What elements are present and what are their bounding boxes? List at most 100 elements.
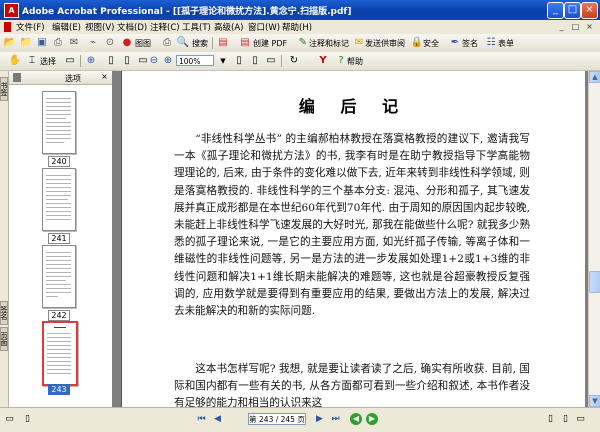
scroll-up-arrow[interactable]: ▲ bbox=[589, 71, 600, 83]
facing-view-icon[interactable]: ▭ bbox=[575, 414, 586, 425]
help-button[interactable]: 帮助 bbox=[347, 56, 363, 67]
search-icon[interactable]: 🔍 bbox=[176, 36, 190, 50]
menu-file[interactable]: 文件(F) bbox=[16, 21, 45, 33]
create-pdf-icon[interactable]: ▤ bbox=[238, 36, 252, 50]
select-tool-button[interactable]: 选择 bbox=[40, 56, 56, 67]
navigation-strip: 书签 签名 页面 bbox=[0, 71, 9, 407]
zoom-in-button[interactable]: ⊕ bbox=[161, 54, 175, 68]
rotate-icon[interactable]: ↻ bbox=[287, 54, 301, 68]
help-icon[interactable]: ? bbox=[334, 54, 348, 68]
create-pdf-button[interactable]: 创建 PDF bbox=[253, 38, 287, 49]
menu-bar: 文件(F) 编辑(E) 视图(V) 文档(D) 注释(C) 工具(T) 高级(A… bbox=[0, 20, 600, 34]
title-bar: A Adobe Acrobat Professional - [[孤子理论和微扰… bbox=[0, 0, 600, 20]
zoom-out-button[interactable]: ⊖ bbox=[147, 54, 161, 68]
secure-button[interactable]: 安全 bbox=[423, 38, 439, 49]
print-icon[interactable]: ⎙ bbox=[51, 36, 65, 50]
pdf-icon[interactable]: ▤ bbox=[216, 36, 230, 50]
forms-button[interactable]: 表单 bbox=[498, 38, 514, 49]
first-page-icon[interactable]: ⏮ bbox=[196, 414, 207, 425]
zoom-dropdown-icon[interactable]: ▼ bbox=[216, 54, 230, 68]
menu-tools[interactable]: 工具(T) bbox=[182, 21, 211, 33]
single-page-icon[interactable]: ▯ bbox=[232, 54, 246, 68]
search-label[interactable]: 搜索 bbox=[192, 38, 208, 49]
page-heading: 编 后 记 bbox=[298, 97, 409, 116]
page-thumbnail[interactable] bbox=[42, 245, 76, 308]
scroll-down-arrow[interactable]: ▼ bbox=[589, 395, 600, 407]
page-thumbnail-selected[interactable] bbox=[42, 321, 78, 386]
menu-view[interactable]: 视图(V) bbox=[85, 21, 114, 33]
layout-icon[interactable]: ▯ bbox=[22, 414, 33, 425]
menu-advanced[interactable]: 高级(A) bbox=[214, 21, 243, 33]
doc-minimize-button[interactable]: _ bbox=[556, 21, 567, 32]
fit-page-icon[interactable]: ▯ bbox=[120, 54, 134, 68]
minimize-button[interactable]: _ bbox=[547, 2, 564, 19]
comment-button[interactable]: 注释和标记 bbox=[309, 38, 349, 49]
toolbar-navigation: ✋ ⌶ 选择 ▭ ⊕ ▯ ▯ ▭ ⊖ ⊕ 100% ▼ ▯ ▯ ▭ ↻ Y ? … bbox=[0, 52, 600, 71]
snapshot-icon[interactable]: ▭ bbox=[63, 54, 77, 68]
scrollbar-thumb[interactable] bbox=[589, 271, 600, 293]
tab-pages[interactable]: 页面 bbox=[0, 327, 8, 351]
close-panel-icon[interactable]: × bbox=[100, 72, 109, 81]
document-view[interactable]: 编 后 记 “非线性科学丛书” 的主编郝柏林教授在落寞格教授的建议下, 邀请我写… bbox=[112, 71, 588, 407]
organize-label[interactable]: 图图 bbox=[135, 38, 151, 49]
attach-icon[interactable]: ⌁ bbox=[86, 36, 100, 50]
print2-icon[interactable]: ⎙ bbox=[160, 36, 174, 50]
comment-icon[interactable]: ✎ bbox=[296, 36, 310, 50]
forward-icon[interactable]: ▶ bbox=[366, 413, 378, 425]
thumbnail-label: 240 bbox=[48, 156, 70, 167]
single-page-view-icon[interactable]: ▯ bbox=[545, 414, 556, 425]
last-page-icon[interactable]: ⏭ bbox=[330, 414, 341, 425]
close-button[interactable]: × bbox=[581, 2, 598, 19]
status-bar: ▭ ▯ ⏮ ◀ 第 243 / 245 页 ▶ ⏭ ◀ ▶ ▯ ▯ ▭ bbox=[0, 407, 600, 432]
save-icon[interactable]: ▣ bbox=[35, 36, 49, 50]
prev-page-icon[interactable]: ◀ bbox=[212, 414, 223, 425]
lock-icon[interactable]: 🔒 bbox=[410, 36, 424, 50]
separator bbox=[212, 37, 213, 49]
doc-restore-button[interactable]: □ bbox=[570, 21, 581, 32]
page-number-field[interactable]: 第 243 / 245 页 bbox=[248, 413, 306, 425]
paragraph: 这本书怎样写呢? 我想, 就是要让读者读了之后, 确实有所收获. 目前, 国际和… bbox=[174, 363, 530, 407]
maximize-button[interactable]: □ bbox=[564, 2, 581, 19]
vertical-scrollbar[interactable]: ▲ ▼ bbox=[588, 71, 600, 407]
menu-comments[interactable]: 注释(C) bbox=[150, 21, 180, 33]
page-icon[interactable]: ▯ bbox=[104, 54, 118, 68]
menu-document[interactable]: 文档(D) bbox=[117, 21, 147, 33]
next-page-icon[interactable]: ▶ bbox=[314, 414, 325, 425]
window-title: Adobe Acrobat Professional - [[孤子理论和微扰方法… bbox=[22, 7, 352, 17]
sign-icon[interactable]: ✒ bbox=[448, 36, 462, 50]
send-review-icon[interactable]: ✉ bbox=[352, 36, 366, 50]
continuous-view-icon[interactable]: ▯ bbox=[560, 414, 571, 425]
thumbnails-header: 选项 × bbox=[9, 71, 112, 85]
open-icon[interactable]: 📂 bbox=[3, 36, 17, 50]
continuous-icon[interactable]: ▯ bbox=[248, 54, 262, 68]
tab-signatures[interactable]: 签名 bbox=[0, 301, 8, 325]
thumbnail-label-selected: 243 bbox=[48, 384, 70, 395]
tab-bookmarks[interactable]: 书签 bbox=[0, 77, 8, 101]
menu-edit[interactable]: 编辑(E) bbox=[52, 21, 81, 33]
page-size-icon: ▭ bbox=[5, 414, 14, 424]
select-icon[interactable]: ⌶ bbox=[25, 54, 39, 68]
email-icon[interactable]: ✉ bbox=[67, 36, 81, 50]
options-menu[interactable]: 选项 bbox=[65, 73, 81, 84]
page-thumbnail[interactable] bbox=[42, 168, 76, 231]
review-icon[interactable]: ⊙ bbox=[103, 36, 117, 50]
menu-help[interactable]: 帮助(H) bbox=[282, 21, 312, 33]
organize-icon[interactable]: ● bbox=[120, 36, 134, 50]
send-review-button[interactable]: 发送供审阅 bbox=[365, 38, 405, 49]
yahoo-icon[interactable]: Y bbox=[316, 54, 330, 68]
page-thumbnail[interactable] bbox=[42, 91, 76, 154]
menu-window[interactable]: 窗口(W) bbox=[248, 21, 280, 33]
folder-icon[interactable]: 📁 bbox=[19, 36, 33, 50]
zoom-in-icon[interactable]: ⊕ bbox=[84, 54, 98, 68]
toolbar-main: 📂 📁 ▣ ⎙ ✉ ⌁ ⊙ ● 图图 ⎙ 🔍 搜索 ▤ ▤ 创建 PDF ✎ 注… bbox=[0, 34, 600, 53]
sign-button[interactable]: 签名 bbox=[462, 38, 478, 49]
zoom-level-field[interactable]: 100% bbox=[176, 55, 214, 66]
forms-icon[interactable]: ☷ bbox=[484, 36, 498, 50]
back-icon[interactable]: ◀ bbox=[350, 413, 362, 425]
thumbnail-label: 242 bbox=[48, 310, 70, 321]
reflow-icon[interactable]: ▭ bbox=[264, 54, 278, 68]
trash-icon[interactable] bbox=[13, 73, 21, 82]
thumbnail-label: 241 bbox=[48, 233, 70, 244]
doc-close-button[interactable]: × bbox=[584, 21, 595, 32]
hand-icon[interactable]: ✋ bbox=[8, 54, 22, 68]
